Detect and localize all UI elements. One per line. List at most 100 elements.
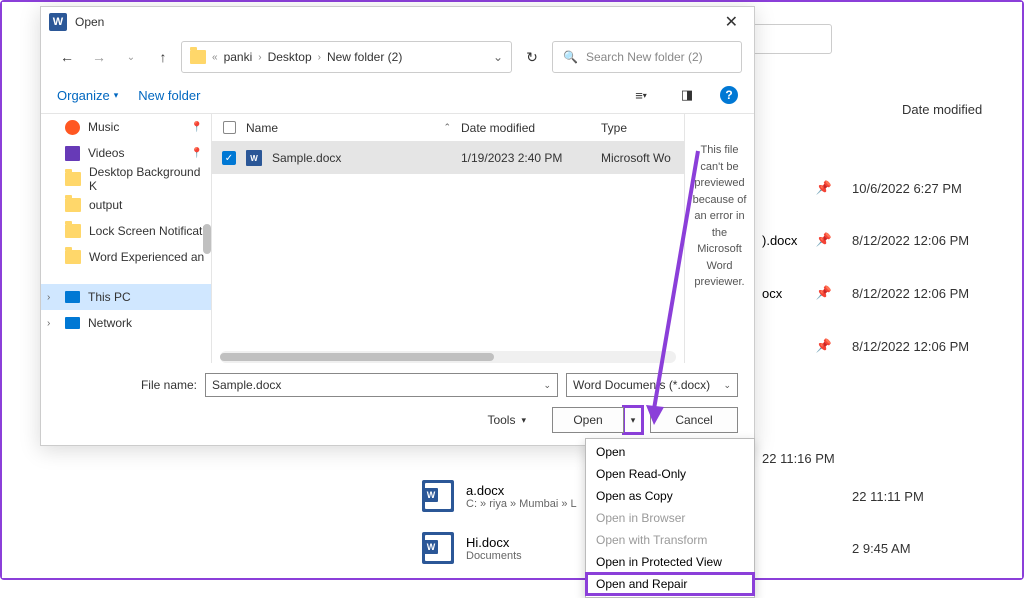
bg-row-date: 8/12/2022 12:06 PM [852,339,1002,354]
bg-file-name[interactable]: a.docx [466,483,577,498]
recent-dropdown[interactable]: ⌄ [117,43,145,71]
menu-open[interactable]: Open [586,441,754,463]
sort-asc-icon: ⌃ [443,122,451,133]
col-date[interactable]: Date modified [461,121,601,135]
select-all-checkbox[interactable] [223,121,236,134]
preview-pane: This file can't be previewed because of … [684,114,754,363]
refresh-button[interactable]: ↻ [516,41,548,73]
menu-open-repair[interactable]: Open and Repair [586,573,754,595]
filename-input[interactable]: Sample.docx⌄ [205,373,558,397]
word-app-icon: W [49,13,67,31]
chevron-down-icon[interactable]: ⌄ [543,380,551,391]
menu-open-protected[interactable]: Open in Protected View [586,551,754,573]
breadcrumb-seg[interactable]: New folder (2) [327,50,402,64]
filename-label: File name: [57,378,197,392]
menu-open-copy[interactable]: Open as Copy [586,485,754,507]
pin-icon[interactable]: 📌 [816,232,832,248]
breadcrumb-seg[interactable]: Desktop [268,50,312,64]
filetype-dropdown[interactable]: Word Documents (*.docx)⌄ [566,373,738,397]
preview-message: This file can't be previewed because of … [693,144,747,288]
bg-file-name[interactable]: Hi.docx [466,535,522,550]
chevron-right-icon: › [318,52,321,63]
search-icon: 🔍 [563,50,578,64]
chevron-down-icon[interactable]: ⌄ [723,380,731,391]
back-button[interactable]: ← [53,43,81,71]
dialog-title: Open [75,15,104,29]
music-icon [65,120,80,135]
bg-row-date: 8/12/2022 12:06 PM [852,286,1002,301]
bg-row-date: 2 9:45 AM [852,541,1002,556]
sidebar-item-folder[interactable]: Desktop Background K [41,166,211,192]
open-dialog: W Open ✕ ← → ⌄ ↑ « panki › Desktop › New… [40,6,755,446]
title-bar: W Open ✕ [41,7,754,37]
chevron-right-icon: « [212,52,218,63]
file-list: Name⌃ Date modified Type ✓ Sample.docx 1… [211,114,684,363]
file-checkbox[interactable]: ✓ [222,151,236,165]
bg-row-date: 22 11:11 PM [852,489,1002,504]
nav-bar: ← → ⌄ ↑ « panki › Desktop › New folder (… [41,37,754,77]
word-doc-icon [422,480,454,512]
pin-icon: 📍 [191,148,203,159]
bg-file-path: Documents [466,550,522,562]
pin-icon[interactable]: 📌 [816,338,832,354]
pin-icon[interactable]: 📌 [816,180,832,196]
bg-file-path: C: » riya » Mumbai » L [466,498,577,510]
pin-icon: 📍 [191,122,203,133]
folder-icon [65,224,81,238]
word-doc-icon [246,150,262,166]
breadcrumb-seg[interactable]: panki [224,50,253,64]
view-list-icon[interactable]: ≡ ▾ [628,82,654,108]
menu-open-browser: Open in Browser [586,507,754,529]
bg-row-date: 22 11:16 PM [762,451,912,466]
folder-icon [190,50,206,64]
help-icon[interactable]: ? [720,86,738,104]
pin-icon[interactable]: 📌 [816,285,832,301]
sidebar-item-network[interactable]: ›Network [41,310,211,336]
search-placeholder: Search New folder (2) [586,50,703,64]
chevron-right-icon[interactable]: › [47,292,50,303]
col-name[interactable]: Name⌃ [246,121,461,135]
organize-button[interactable]: Organize▾ [57,88,118,103]
scrollbar-thumb[interactable] [203,224,211,254]
sidebar-item-music[interactable]: Music📍 [41,114,211,140]
word-doc-icon [422,532,454,564]
sidebar-item-folder[interactable]: Lock Screen Notificati [41,218,211,244]
tools-button[interactable]: Tools▾ [487,413,526,427]
chevron-right-icon: › [258,52,261,63]
sidebar-item-this-pc[interactable]: ›This PC [41,284,211,310]
bg-file-name: ).docx [762,233,797,248]
bg-col-date-modified[interactable]: Date modified [902,102,982,117]
horizontal-scrollbar[interactable] [220,351,676,363]
file-row[interactable]: ✓ Sample.docx 1/19/2023 2:40 PM Microsof… [212,142,684,174]
menu-open-transform: Open with Transform [586,529,754,551]
bg-row-date: 10/6/2022 6:27 PM [852,181,1002,196]
network-icon [65,317,80,329]
new-folder-button[interactable]: New folder [138,88,200,103]
bg-file-name: ocx [762,286,782,301]
search-input[interactable]: 🔍 Search New folder (2) [552,41,742,73]
file-list-header: Name⌃ Date modified Type [212,114,684,142]
chevron-down-icon[interactable]: ⌄ [493,50,503,64]
sidebar-item-folder[interactable]: output [41,192,211,218]
open-split-dropdown[interactable]: ▾ [624,407,642,433]
menu-open-readonly[interactable]: Open Read-Only [586,463,754,485]
open-button[interactable]: Open [552,407,624,433]
close-button[interactable]: ✕ [717,12,746,32]
folder-icon [65,198,81,212]
file-type: Microsoft Wo [601,151,684,165]
chevron-right-icon[interactable]: › [47,318,50,329]
forward-button[interactable]: → [85,43,113,71]
open-dropdown-menu: Open Open Read-Only Open as Copy Open in… [585,438,755,598]
bg-row-date: 8/12/2022 12:06 PM [852,233,1002,248]
cancel-button[interactable]: Cancel [650,407,738,433]
preview-pane-toggle[interactable]: ◨ [674,82,700,108]
sidebar-item-videos[interactable]: Videos📍 [41,140,211,166]
folder-icon [65,172,81,186]
file-name: Sample.docx [272,151,341,165]
breadcrumb[interactable]: « panki › Desktop › New folder (2) ⌄ [181,41,512,73]
video-icon [65,146,80,161]
col-type[interactable]: Type [601,121,684,135]
file-date: 1/19/2023 2:40 PM [461,151,601,165]
sidebar-item-folder[interactable]: Word Experienced an [41,244,211,270]
up-button[interactable]: ↑ [149,43,177,71]
